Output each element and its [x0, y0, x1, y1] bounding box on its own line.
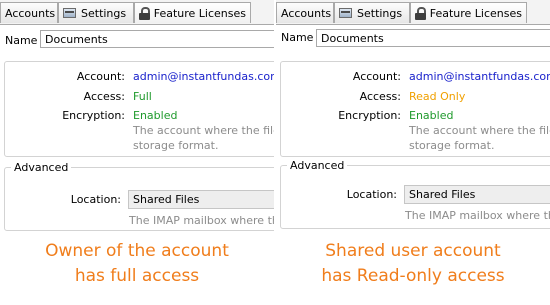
- caption-line2: has Read-only access: [321, 266, 505, 286]
- access-label: Access:: [359, 90, 401, 103]
- encryption-label: Encryption:: [338, 109, 401, 122]
- left-panel: Accounts Settings Feature Licenses Name …: [0, 0, 274, 305]
- access-value: Full: [133, 90, 152, 103]
- name-label: Name: [281, 31, 314, 44]
- tab-feature-licenses[interactable]: Feature Licenses: [410, 2, 527, 23]
- imap-description: The IMAP mailbox where the: [405, 209, 550, 222]
- location-field[interactable]: Shared Files: [404, 185, 550, 204]
- access-value: Read Only: [409, 90, 466, 103]
- encryption-value: Enabled: [133, 109, 178, 122]
- advanced-group: Advanced Location: Shared Files The IMAP…: [4, 161, 274, 231]
- settings-icon: [339, 8, 352, 18]
- account-label: Account:: [76, 70, 125, 83]
- tab-feature-licenses-label: Feature Licenses: [429, 6, 522, 20]
- account-group: Account: admin@instantfundas.com Access:…: [4, 61, 274, 157]
- account-value: admin@instantfundas.com: [409, 70, 550, 83]
- tab-accounts[interactable]: Accounts: [276, 2, 334, 23]
- encryption-value: Enabled: [409, 109, 454, 122]
- tab-settings-label: Settings: [81, 6, 127, 20]
- lock-icon: [139, 6, 150, 20]
- name-field[interactable]: Documents: [316, 29, 550, 47]
- account-label: Account:: [352, 70, 401, 83]
- caption-line2: has full access: [74, 266, 200, 286]
- caption-line1: Shared user account: [325, 241, 501, 261]
- advanced-legend: Advanced: [287, 159, 348, 172]
- tab-bar: Accounts Settings Feature Licenses: [276, 0, 550, 25]
- lock-icon: [415, 6, 426, 20]
- tab-accounts-label: Accounts: [281, 6, 332, 20]
- tab-accounts[interactable]: Accounts: [0, 2, 58, 23]
- account-group: Account: admin@instantfundas.com Access:…: [280, 61, 550, 157]
- location-label: Location:: [346, 188, 397, 201]
- tab-settings-label: Settings: [357, 6, 403, 20]
- tab-accounts-label: Accounts: [5, 6, 56, 20]
- tab-feature-licenses[interactable]: Feature Licenses: [134, 2, 251, 23]
- account-value: admin@instantfundas.com: [133, 70, 274, 83]
- account-description-line1: The account where the files: [409, 124, 550, 137]
- account-description-line1: The account where the files: [133, 124, 274, 137]
- right-panel: Accounts Settings Feature Licenses Name …: [276, 0, 550, 305]
- name-field[interactable]: Documents: [40, 30, 274, 48]
- account-description-line2: storage format.: [409, 139, 495, 152]
- tab-bar: Accounts Settings Feature Licenses: [0, 0, 274, 25]
- caption-line1: Owner of the account: [45, 241, 229, 261]
- name-label: Name: [5, 34, 38, 47]
- access-label: Access:: [83, 90, 125, 103]
- tab-feature-licenses-label: Feature Licenses: [153, 6, 246, 20]
- advanced-group: Advanced Location: Shared Files The IMAP…: [280, 159, 550, 229]
- tab-settings[interactable]: Settings: [58, 2, 134, 23]
- encryption-label: Encryption:: [62, 109, 125, 122]
- imap-description: The IMAP mailbox where the: [129, 214, 274, 227]
- location-field[interactable]: Shared Files: [128, 190, 274, 209]
- location-label: Location:: [70, 193, 121, 206]
- settings-icon: [63, 8, 76, 18]
- tab-settings[interactable]: Settings: [334, 2, 410, 23]
- advanced-legend: Advanced: [11, 161, 72, 174]
- account-description-line2: storage format.: [133, 139, 219, 152]
